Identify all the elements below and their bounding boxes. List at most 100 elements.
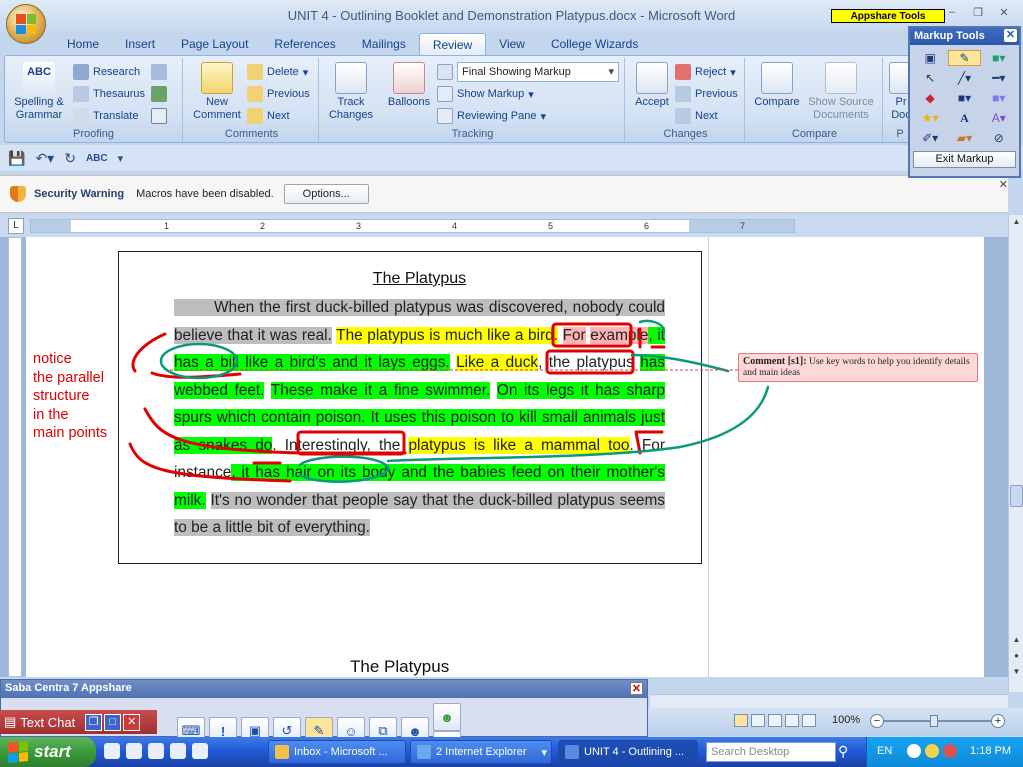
balloons-button[interactable]: Balloons: [381, 62, 437, 109]
line-weight-icon[interactable]: ━▾: [983, 70, 1015, 86]
zoom-in-icon[interactable]: +: [991, 714, 1005, 728]
translation-tooltip-button[interactable]: [151, 64, 167, 80]
quick-launch-icon[interactable]: [148, 743, 164, 759]
language-button[interactable]: [151, 86, 167, 102]
research-button[interactable]: Research: [73, 64, 140, 80]
zoom-slider[interactable]: − +: [870, 714, 1005, 728]
compare-button[interactable]: Compare: [751, 62, 803, 109]
vertical-scrollbar[interactable]: ▲ ▲ ● ▼: [1008, 215, 1023, 692]
tab-college-wizards[interactable]: College Wizards: [538, 33, 651, 55]
search-icon[interactable]: ⚲: [838, 743, 848, 760]
close-button[interactable]: ✕: [993, 6, 1015, 22]
tab-home[interactable]: Home: [54, 33, 112, 55]
ruler-track[interactable]: 1 2 3 4 5 6 7: [30, 219, 795, 233]
close-icon[interactable]: ✕: [1004, 29, 1017, 42]
track-changes-button[interactable]: Track Changes: [323, 62, 379, 122]
line-icon[interactable]: ╱▾: [948, 70, 980, 86]
previous-change-button[interactable]: Previous: [675, 86, 738, 102]
tab-page-layout[interactable]: Page Layout: [168, 33, 261, 55]
tab-review[interactable]: Review: [418, 33, 487, 55]
scroll-thumb[interactable]: [1010, 485, 1023, 507]
show-markup-button[interactable]: Show Markup ▾: [437, 86, 534, 102]
zoom-level[interactable]: 100%: [832, 714, 860, 726]
previous-comment-button[interactable]: Previous: [247, 86, 310, 102]
restore-button[interactable]: ❐: [967, 6, 989, 22]
display-for-review-select[interactable]: Final Showing Markup: [457, 62, 619, 82]
tray-app-icon[interactable]: [925, 744, 939, 758]
task-inbox[interactable]: Inbox - Microsoft ...: [268, 740, 406, 764]
office-button[interactable]: [6, 4, 46, 44]
quick-launch-icon[interactable]: [170, 743, 186, 759]
tab-insert[interactable]: Insert: [112, 33, 168, 55]
text-icon[interactable]: A: [948, 110, 980, 126]
redo-icon[interactable]: ↻: [64, 150, 76, 167]
outline-icon[interactable]: [785, 714, 799, 727]
customize-qat-icon[interactable]: ▾: [118, 152, 124, 165]
no-entry-icon[interactable]: ⊘: [983, 130, 1015, 146]
font-color-icon[interactable]: A▾: [983, 110, 1015, 126]
language-indicator[interactable]: EN: [877, 745, 892, 757]
draft-icon[interactable]: [802, 714, 816, 727]
reviewing-pane-button[interactable]: Reviewing Pane ▾: [437, 108, 546, 124]
browse-object-icon[interactable]: ●: [1010, 651, 1023, 665]
spelling-grammar-button[interactable]: ABC Spelling & Grammar: [11, 62, 67, 122]
quick-launch-icon[interactable]: [192, 743, 208, 759]
close-icon[interactable]: ✕: [123, 713, 141, 731]
eraser-icon[interactable]: ◆: [914, 90, 946, 106]
highlighter-icon[interactable]: ✐▾: [914, 130, 946, 146]
horizontal-scrollbar[interactable]: [650, 694, 1008, 708]
tray-app-icon[interactable]: [943, 744, 957, 758]
internet-explorer-icon[interactable]: [126, 743, 142, 759]
comment-balloon[interactable]: Comment [s1]: Use key words to help you …: [738, 353, 978, 382]
filled-rect-icon[interactable]: ■▾: [983, 90, 1015, 106]
zoom-out-icon[interactable]: −: [870, 714, 884, 728]
next-change-button[interactable]: Next: [675, 108, 718, 124]
clear-markup-icon[interactable]: ▰▾: [948, 130, 980, 146]
star-icon[interactable]: ★▾: [914, 110, 946, 126]
appshare-tools-badge[interactable]: Appshare Tools: [831, 9, 945, 23]
maximize-icon[interactable]: □: [104, 713, 122, 731]
text-chat-button[interactable]: ▤ Text Chat ❐ □ ✕: [0, 710, 157, 734]
tray-arrow-icon[interactable]: [907, 744, 921, 758]
save-icon[interactable]: ▣: [914, 50, 946, 66]
close-icon[interactable]: ✕: [999, 178, 1008, 191]
full-screen-reading-icon[interactable]: [751, 714, 765, 727]
start-button[interactable]: start: [0, 737, 96, 767]
pen-icon[interactable]: ✎: [948, 50, 981, 66]
document-paragraph[interactable]: When the first duck-billed platypus was …: [174, 294, 666, 542]
undo-icon[interactable]: ↶▾: [35, 150, 54, 167]
zoom-knob[interactable]: [930, 715, 938, 727]
spelling-icon[interactable]: ABC: [86, 153, 108, 164]
save-icon[interactable]: 💾: [8, 150, 25, 167]
show-source-documents-button[interactable]: Show Source Documents: [803, 62, 879, 122]
print-layout-icon[interactable]: [734, 714, 748, 727]
tab-references[interactable]: References: [261, 33, 348, 55]
reject-button[interactable]: Reject ▾: [675, 64, 736, 80]
next-page-icon[interactable]: ▼: [1010, 667, 1023, 681]
previous-page-icon[interactable]: ▲: [1010, 635, 1023, 649]
close-icon[interactable]: ✕: [630, 682, 643, 695]
tab-selector[interactable]: L: [8, 218, 24, 234]
delete-comment-button[interactable]: Delete ▾: [247, 64, 308, 80]
word-count-button[interactable]: [151, 108, 167, 124]
task-internet-explorer[interactable]: 2 Internet Explorer ▾: [410, 740, 552, 764]
restore-icon[interactable]: ❐: [85, 713, 103, 731]
pointer-icon[interactable]: ↖: [914, 70, 946, 86]
tab-mailings[interactable]: Mailings: [349, 33, 419, 55]
translate-button[interactable]: Translate: [73, 108, 138, 124]
scroll-up-icon[interactable]: ▲: [1010, 217, 1023, 231]
tab-view[interactable]: View: [486, 33, 538, 55]
next-comment-button[interactable]: Next: [247, 108, 290, 124]
search-desktop-input[interactable]: Search Desktop: [706, 742, 836, 762]
task-word-document[interactable]: UNIT 4 - Outlining ...: [558, 740, 698, 764]
exit-markup-button[interactable]: Exit Markup: [913, 151, 1016, 168]
web-layout-icon[interactable]: [768, 714, 782, 727]
minimize-button[interactable]: –: [941, 6, 963, 22]
new-comment-button[interactable]: New Comment: [191, 62, 243, 122]
quick-launch-icon[interactable]: [104, 743, 120, 759]
thesaurus-button[interactable]: Thesaurus: [73, 86, 145, 102]
accept-button[interactable]: Accept: [629, 62, 675, 109]
rectangle-icon[interactable]: ■▾: [948, 90, 980, 106]
security-options-button[interactable]: Options...: [283, 184, 369, 204]
fill-color-icon[interactable]: ■▾: [983, 50, 1015, 66]
